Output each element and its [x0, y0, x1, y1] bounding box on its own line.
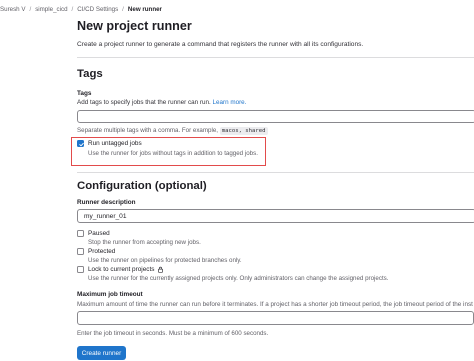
timeout-help: Maximum amount of time the runner can ru… — [77, 301, 473, 308]
page-title: New project runner — [77, 19, 192, 33]
breadcrumb-item-current: New runner — [127, 5, 162, 13]
protected-checkbox[interactable] — [77, 248, 84, 255]
tags-label: Tags — [77, 90, 92, 97]
breadcrumb-item-user[interactable]: Suresh V — [0, 6, 25, 13]
configuration-heading: Configuration (optional) — [77, 180, 207, 192]
breadcrumb: Suresh V / simple_cicd / CI/CD Settings … — [0, 3, 162, 15]
lock-checkbox[interactable] — [77, 266, 84, 273]
runner-description-label: Runner description — [77, 199, 136, 206]
lock-hint: Use the runner for the currently assigne… — [88, 275, 389, 282]
protected-hint: Use the runner on pipelines for protecte… — [88, 257, 242, 264]
check-icon — [78, 142, 84, 146]
lock-checkbox-row[interactable]: Lock to current projects — [77, 266, 164, 273]
breadcrumb-item-cicd-settings[interactable]: CI/CD Settings — [77, 6, 118, 13]
tags-help: Add tags to specify jobs that the runner… — [77, 99, 211, 106]
run-untagged-label: Run untagged jobs — [88, 140, 142, 147]
learn-more-link[interactable]: Learn more. — [212, 99, 246, 106]
tags-hint: Separate multiple tags with a comma. For… — [77, 127, 268, 135]
tags-hint-example: macos, shared — [219, 127, 268, 135]
tags-help-text: Add tags to specify jobs that the runner… — [77, 99, 246, 106]
timeout-label: Maximum job timeout — [77, 291, 143, 298]
tags-heading: Tags — [77, 68, 103, 80]
page-description: Create a project runner to generate a co… — [77, 41, 364, 48]
tags-hint-text: Separate multiple tags with a comma. For… — [77, 127, 218, 134]
breadcrumb-separator: / — [71, 5, 74, 13]
lock-icon — [158, 266, 164, 273]
timeout-hint: Enter the job timeout in seconds. Must b… — [77, 330, 269, 337]
paused-hint: Stop the runner from accepting new jobs. — [88, 239, 201, 246]
tags-input[interactable] — [77, 110, 474, 123]
breadcrumb-item-project[interactable]: simple_cicd — [35, 6, 67, 13]
paused-label: Paused — [88, 230, 110, 237]
protected-checkbox-row[interactable]: Protected — [77, 248, 115, 255]
run-untagged-checkbox-row[interactable]: Run untagged jobs — [77, 140, 142, 147]
breadcrumb-separator: / — [122, 5, 124, 13]
divider — [77, 172, 474, 173]
breadcrumb-separator: / — [29, 5, 32, 13]
timeout-input[interactable] — [77, 311, 474, 325]
lock-label: Lock to current projects — [88, 266, 155, 273]
run-untagged-checkbox[interactable] — [77, 140, 84, 147]
runner-description-input[interactable]: my_runner_01 — [77, 209, 474, 223]
run-untagged-hint: Use the runner for jobs without tags in … — [88, 150, 258, 157]
divider — [77, 57, 474, 58]
protected-label: Protected — [88, 248, 116, 255]
paused-checkbox[interactable] — [77, 230, 84, 237]
create-runner-button[interactable]: Create runner — [77, 346, 126, 360]
paused-checkbox-row[interactable]: Paused — [77, 230, 110, 237]
